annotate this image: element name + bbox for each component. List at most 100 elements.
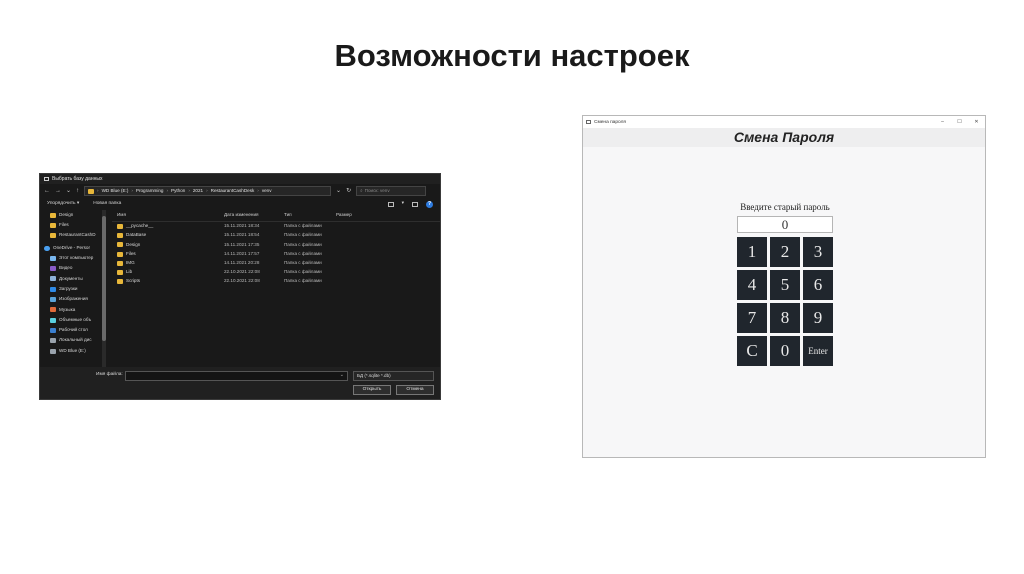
key-0[interactable]: 0 <box>770 336 800 366</box>
key-6[interactable]: 6 <box>803 270 833 300</box>
recent-dropdown-icon[interactable]: ⌄ <box>66 188 71 194</box>
password-window-titlebar: Смена пароля – ☐ ✕ <box>583 116 985 128</box>
nav-pane-item[interactable]: Музыка <box>40 305 102 315</box>
new-folder-button[interactable]: Новая папка <box>93 201 121 207</box>
key-7[interactable]: 7 <box>737 303 767 333</box>
key-1[interactable]: 1 <box>737 237 767 267</box>
nav-pane-item[interactable]: RestaurantCashD <box>40 231 102 241</box>
refresh-icon[interactable]: ↻ <box>346 188 351 194</box>
navigation-scrollbar[interactable] <box>102 210 106 367</box>
file-row[interactable]: Files 14.11.2021 17:57 Папка с файлами <box>112 250 440 259</box>
search-input[interactable]: ⌕ Поиск: venv <box>356 186 427 196</box>
search-placeholder: Поиск: venv <box>364 187 390 193</box>
file-type: Папка с файлами <box>284 250 322 256</box>
nav-pane-item[interactable]: Design <box>40 210 102 220</box>
nav-pane-item[interactable]: Этот компьютер <box>40 253 102 263</box>
computer-icon <box>50 255 56 261</box>
nav-pane-item[interactable]: Изображения <box>40 294 102 304</box>
file-row[interactable]: Lib 22.10.2021 22:08 Папка с файлами <box>112 268 440 277</box>
close-icon[interactable]: ✕ <box>968 119 985 125</box>
file-name: IMG <box>126 260 135 266</box>
file-dialog-titlebar: Выбрать базу данных <box>40 174 440 184</box>
file-type: Папка с файлами <box>284 223 322 229</box>
nav-pane-item[interactable]: Загрузки <box>40 284 102 294</box>
up-arrow-icon[interactable]: ↑ <box>76 188 79 194</box>
3d-objects-icon <box>50 317 56 323</box>
nav-pane-item-label: Документы <box>59 275 83 281</box>
file-row[interactable]: DataBase 15.11.2021 18:54 Папка с файлами <box>112 231 440 240</box>
nav-pane-item[interactable]: WD Blue (E:) <box>40 346 102 356</box>
minimize-icon[interactable]: – <box>934 119 951 125</box>
file-name-cell: IMG <box>112 260 224 266</box>
key-enter[interactable]: Enter <box>803 336 833 366</box>
path-dropdown-icon[interactable]: ⌄ <box>336 188 341 194</box>
nav-pane-item[interactable]: Рабочий стол <box>40 325 102 335</box>
folder-icon <box>50 233 56 239</box>
file-row[interactable]: __pycache__ 15.11.2021 18:34 Папка с файла… <box>112 222 440 231</box>
organize-button[interactable]: Упорядочить ▾ <box>47 201 79 207</box>
help-icon[interactable]: ? <box>426 200 433 208</box>
file-row[interactable]: Design 15.11.2021 17:35 Папка с файлами <box>112 240 440 249</box>
password-input[interactable]: 0 <box>737 216 833 233</box>
breadcrumb-programming[interactable]: Programming <box>136 188 164 194</box>
column-type[interactable]: Тип <box>284 213 336 218</box>
breadcrumb-drive[interactable]: WD Blue (E:) <box>102 188 129 194</box>
open-button[interactable]: Открыть <box>353 385 391 395</box>
breadcrumb-2021[interactable]: 2021 <box>193 188 203 194</box>
folder-icon <box>117 260 123 266</box>
address-path[interactable]: › WD Blue (E:) › Programming › Python › … <box>84 186 332 196</box>
breadcrumb-restaurant[interactable]: RestaurantCashDesk <box>211 188 255 194</box>
crumb-separator: › <box>188 187 190 193</box>
nav-pane-item-label: Design <box>59 211 74 217</box>
disk-icon <box>50 348 56 354</box>
breadcrumb-venv[interactable]: venv <box>262 188 272 194</box>
nav-pane-item[interactable]: Локальный дис <box>40 336 102 346</box>
key-5[interactable]: 5 <box>770 270 800 300</box>
nav-pane-item[interactable]: Документы <box>40 274 102 284</box>
preview-pane-icon[interactable] <box>412 201 418 207</box>
key-3[interactable]: 3 <box>803 237 833 267</box>
chevron-down-icon[interactable]: ⌄ <box>340 373 344 378</box>
file-row[interactable]: IMG 14.11.2021 20:28 Папка с файлами <box>112 259 440 268</box>
crumb-separator: › <box>131 187 133 193</box>
nav-pane-item-label: Локальный дис <box>59 337 92 343</box>
column-name[interactable]: Имя <box>112 213 224 218</box>
filename-input[interactable]: ⌄ <box>125 371 348 381</box>
crumb-separator: › <box>206 187 208 193</box>
column-size[interactable]: Размер <box>336 213 376 218</box>
file-type: Папка с файлами <box>284 278 322 284</box>
file-name: Scripts <box>126 278 141 284</box>
nav-pane-item-label: OneDrive - Persor <box>53 244 91 250</box>
column-date[interactable]: Дата изменения <box>224 213 284 218</box>
nav-pane-item[interactable]: OneDrive - Persor <box>40 243 102 253</box>
key-clear[interactable]: C <box>737 336 767 366</box>
file-type-select[interactable]: БД (*.sqlite *.db) <box>353 371 434 381</box>
file-row[interactable]: Scripts 22.10.2021 22:08 Папка с файлами <box>112 277 440 286</box>
file-name-cell: DataBase <box>112 233 224 239</box>
folder-icon <box>88 188 95 194</box>
view-caret-icon[interactable]: ▾ <box>402 201 404 207</box>
forward-arrow-icon[interactable]: → <box>55 188 61 194</box>
file-name-cell: Design <box>112 242 224 248</box>
video-icon <box>50 266 56 272</box>
folder-icon <box>117 242 123 248</box>
file-name-cell: Lib <box>112 270 224 276</box>
password-prompt: Введите старый пароль <box>740 202 830 212</box>
folder-icon <box>117 270 123 276</box>
scrollbar-thumb[interactable] <box>102 216 106 341</box>
key-8[interactable]: 8 <box>770 303 800 333</box>
view-options-icon[interactable] <box>387 201 394 207</box>
nav-pane-item[interactable]: Files <box>40 220 102 230</box>
maximize-icon[interactable]: ☐ <box>951 119 968 125</box>
key-2[interactable]: 2 <box>770 237 800 267</box>
cancel-button[interactable]: Отмена <box>396 385 434 395</box>
nav-pane-item[interactable]: Видео <box>40 263 102 273</box>
key-4[interactable]: 4 <box>737 270 767 300</box>
breadcrumb-python[interactable]: Python <box>171 188 185 194</box>
file-dialog-title: Выбрать базу данных <box>52 175 103 182</box>
nav-pane-item[interactable]: Объемные объ <box>40 315 102 325</box>
file-date: 15.11.2021 18:54 <box>224 232 260 238</box>
back-arrow-icon[interactable]: ← <box>44 188 50 194</box>
pictures-icon <box>50 297 56 303</box>
key-9[interactable]: 9 <box>803 303 833 333</box>
